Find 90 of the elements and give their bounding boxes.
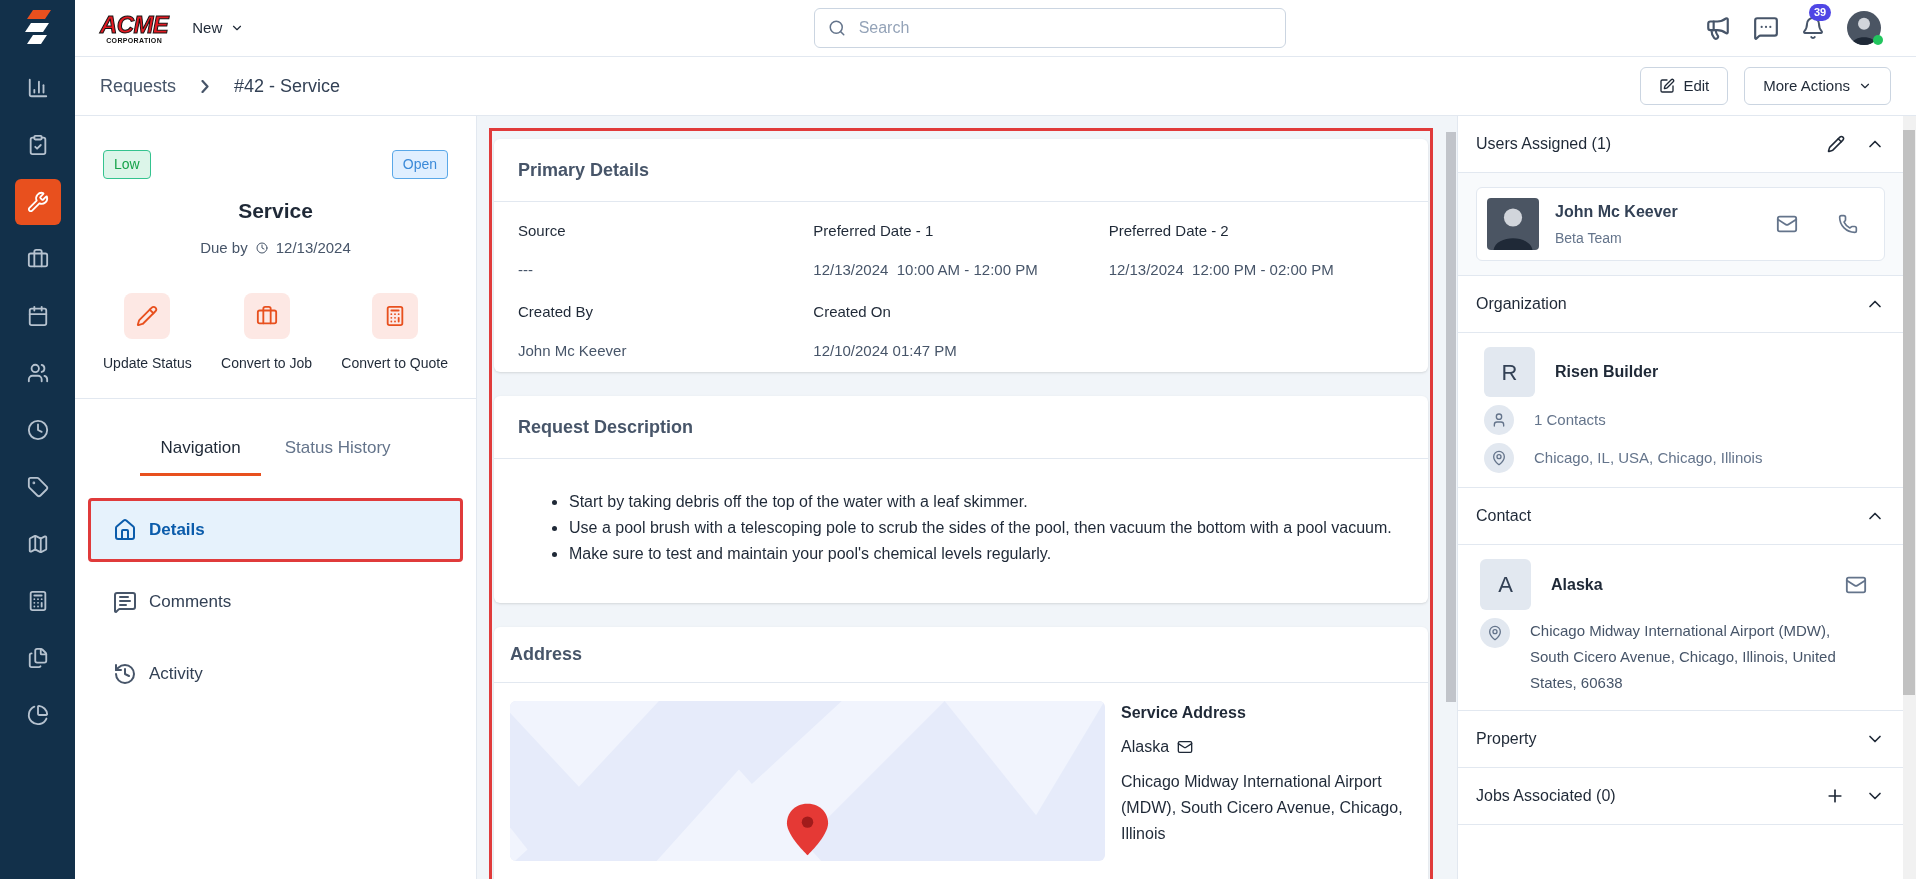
edit-icon	[1659, 78, 1676, 94]
contact-name: Alaska	[1551, 574, 1604, 595]
card-title: Primary Details	[518, 158, 650, 182]
briefcase-icon	[26, 248, 49, 270]
briefcase-icon	[255, 305, 278, 327]
map-icon	[26, 533, 49, 555]
field-label: Created By	[518, 302, 595, 322]
section-title: Property	[1476, 729, 1537, 749]
action-button[interactable]: Update Status	[103, 293, 192, 374]
search-field[interactable]: Search	[813, 8, 1286, 48]
field-label: Preferred Date - 2	[1108, 221, 1230, 241]
logo-title: ACME	[100, 12, 169, 37]
clock-icon	[26, 419, 49, 441]
address-text: Chicago Midway International Airport (MDW), South Cicero Avenue, Chicago, Illinois	[1121, 772, 1404, 844]
tab[interactable]: Navigation	[140, 435, 261, 476]
section-title: Jobs Associated (0)	[1476, 786, 1616, 806]
comment-icon	[113, 589, 137, 614]
section-title: Contact	[1476, 506, 1532, 526]
organization-name: Risen Builder	[1555, 362, 1659, 382]
breadcrumb-current: #42 - Service	[234, 74, 341, 98]
chat-icon[interactable]	[1753, 15, 1779, 41]
mail-icon[interactable]	[1177, 739, 1194, 755]
bullet-icon	[552, 526, 557, 531]
user-team: Beta Team	[1555, 228, 1623, 248]
tag-icon	[26, 476, 49, 498]
user-avatar	[1847, 11, 1881, 45]
edit-button[interactable]: Edit	[1640, 67, 1729, 105]
breadcrumb-link[interactable]: Requests	[100, 72, 177, 100]
description-item: Start by taking debris off the top of the water with a leaf skimmer.	[569, 492, 1028, 512]
field-value: John Mc Keever	[518, 340, 628, 361]
user-avatar	[1487, 198, 1539, 250]
field-value: ---	[518, 259, 534, 280]
bullet-icon	[552, 552, 557, 557]
nav-item[interactable]: Comments	[88, 569, 463, 634]
tab[interactable]: Status History	[264, 435, 411, 476]
nav-item[interactable]: Details	[88, 497, 463, 562]
home-icon	[113, 517, 137, 542]
scrollbar[interactable]	[1903, 116, 1916, 879]
due-date: 12/13/2024	[275, 237, 351, 258]
description-item: Make sure to test and maintain your pool's chemical levels regularly.	[569, 544, 1052, 564]
card-title: Address	[510, 643, 583, 666]
contact-initial: A	[1480, 559, 1531, 610]
phone-icon[interactable]	[1838, 214, 1858, 234]
address-contact: Alaska	[1121, 737, 1170, 757]
contacts-count[interactable]: 1 Contacts	[1534, 408, 1606, 432]
field-label: Source	[518, 221, 567, 241]
chevron-right-icon	[201, 79, 210, 93]
clock-icon	[255, 241, 268, 254]
users-icon	[26, 362, 49, 384]
notification-count: 39	[1809, 4, 1832, 21]
organization-initial: R	[1484, 347, 1535, 397]
calendar-icon	[26, 305, 49, 327]
action-button[interactable]: Convert to Quote	[341, 293, 448, 374]
description-item: Use a pool brush with a telescoping pole to scrub the sides of the pool, then vacuum the bottom with a pool vacuum.	[569, 518, 1392, 538]
user-name: John Mc Keever	[1555, 201, 1679, 222]
field-value: 12/13/2024 12:00 PM - 02:00 PM	[1108, 259, 1335, 280]
logo-icon	[24, 10, 51, 46]
request-title: Service	[237, 198, 314, 224]
new-menu[interactable]: New	[192, 16, 245, 40]
location-icon	[1480, 618, 1510, 648]
due-label: Due by	[200, 237, 248, 258]
edit-icon[interactable]	[1827, 135, 1845, 153]
sidebar-item[interactable]	[14, 179, 61, 225]
section-title: Users Assigned (1)	[1476, 134, 1612, 154]
card-title: Request Description	[518, 415, 694, 439]
user-icon	[1484, 405, 1514, 435]
location-icon	[1484, 443, 1514, 473]
history-icon	[113, 661, 137, 686]
notifications-icon[interactable]	[1801, 16, 1825, 40]
nav-item[interactable]: Activity	[88, 641, 463, 706]
files-icon	[26, 647, 49, 669]
pencil-icon	[136, 305, 159, 327]
pie-chart-icon	[26, 704, 49, 726]
field-label: Preferred Date - 1	[813, 221, 935, 241]
more-actions-button[interactable]: More Actions	[1744, 67, 1891, 105]
search-icon	[827, 19, 846, 37]
field-label: Created On	[813, 302, 892, 322]
action-button[interactable]: Convert to Job	[221, 293, 313, 374]
bullet-icon	[552, 500, 557, 505]
address-heading: Service Address	[1121, 703, 1247, 723]
status-badge: Open	[391, 150, 448, 179]
section-title: Organization	[1476, 294, 1567, 314]
priority-badge: Low	[103, 150, 151, 179]
field-value: 12/10/2024 01:47 PM	[813, 340, 958, 361]
organization-location: Chicago, IL, USA, Chicago, Illinois	[1534, 447, 1763, 468]
megaphone-icon[interactable]	[1705, 15, 1731, 41]
field-value: 12/13/2024 10:00 AM - 12:00 PM	[813, 259, 1039, 280]
contact-address: Chicago Midway International Airport (MDW), South Cicero Avenue, Chicago, Illinois, United States, 60638	[1530, 621, 1837, 693]
bar-chart-icon	[26, 77, 49, 99]
wrench-icon	[26, 191, 49, 213]
